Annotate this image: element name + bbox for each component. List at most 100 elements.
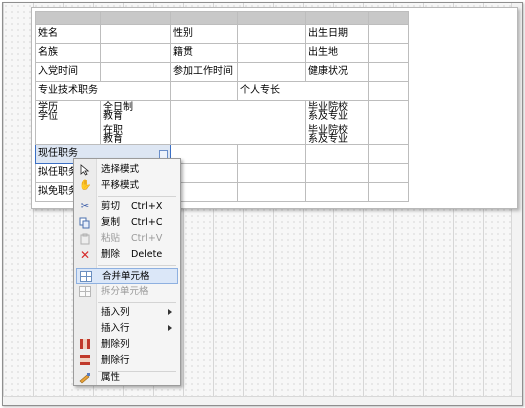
- menu-separator: [98, 196, 176, 197]
- menu-label: 删除列: [101, 339, 130, 350]
- header-cell[interactable]: [237, 11, 306, 25]
- copy-icon: [79, 217, 91, 229]
- paste-icon: [79, 233, 91, 245]
- current-position-label: 现任职务: [38, 148, 78, 159]
- menu-label: 删除行: [101, 355, 130, 366]
- menu-separator: [98, 265, 176, 266]
- table-cell[interactable]: [237, 163, 306, 183]
- header-cell[interactable]: [170, 11, 238, 25]
- cell-gender-label[interactable]: 性别: [170, 24, 238, 44]
- horizontal-scrollbar[interactable]: [3, 396, 522, 405]
- cell-title-label[interactable]: 专业技术职务: [35, 81, 171, 101]
- menu-item-cut[interactable]: ✂ 剪切 Ctrl+X: [76, 199, 178, 215]
- table-row: 名族 籍贯 出生地: [35, 43, 409, 63]
- properties-icon: [79, 372, 91, 384]
- menu-label: 插入行: [101, 323, 130, 334]
- menu-label: 合并单元格: [102, 271, 150, 282]
- cell-nativeplace-value[interactable]: [237, 43, 306, 63]
- menu-label: 插入列: [101, 307, 130, 318]
- fulltime-edu-clipped: 教育: [103, 111, 123, 122]
- menu-item-split-cells[interactable]: 拆分单元格: [76, 284, 178, 300]
- submenu-arrow-icon: [168, 309, 172, 315]
- scissors-icon: ✂: [80, 201, 90, 212]
- menu-item-delete-row[interactable]: 删除行: [76, 353, 178, 369]
- menu-item-insert-row[interactable]: 插入行: [76, 321, 178, 337]
- menu-label: 剪切: [101, 201, 121, 212]
- parttime-edu-clipped: 教育: [103, 134, 123, 145]
- cell-edu-type[interactable]: 全日制 教育 在职 教育: [100, 100, 171, 145]
- menu-item-select-mode[interactable]: 选择模式: [76, 162, 178, 178]
- cell-birthdate-label[interactable]: 出生日期: [305, 24, 369, 44]
- context-menu: 选择模式 ✋ 平移模式 ✂ 剪切 Ctrl+X 复制 Ctrl+C 粘贴 Ctr…: [73, 158, 181, 386]
- cell-work-date-value[interactable]: [237, 62, 306, 82]
- cell-school-label[interactable]: 毕业院校 系及专业 毕业院校 系及专业: [305, 100, 369, 145]
- cell-name-label[interactable]: 姓名: [35, 24, 101, 44]
- menu-item-insert-column[interactable]: 插入列: [76, 305, 178, 321]
- table-cell[interactable]: [305, 144, 369, 164]
- menu-shortcut: Delete: [131, 249, 163, 260]
- cell-specialty-label[interactable]: 个人专长: [237, 81, 369, 101]
- menu-shortcut: Ctrl+X: [131, 201, 163, 212]
- delete-icon: ✕: [79, 248, 91, 262]
- table-row: 姓名 性别 出生日期: [35, 24, 409, 44]
- menu-label: 平移模式: [101, 180, 140, 191]
- fulltime-major-clipped: 系及专业: [308, 111, 348, 122]
- cell-party-date-value[interactable]: [100, 62, 171, 82]
- menu-item-delete[interactable]: ✕ 删除 Delete: [76, 247, 178, 263]
- header-cell[interactable]: [100, 11, 171, 25]
- cell-school-value[interactable]: [368, 100, 409, 145]
- table-cell[interactable]: [368, 163, 409, 183]
- cell-specialty-value[interactable]: [368, 81, 409, 101]
- split-cells-icon: [79, 286, 91, 298]
- header-row: [35, 11, 409, 25]
- designer-canvas[interactable]: 姓名 性别 出生日期 名族 籍贯 出生地 入党时间 参加工作时间 健康状况 专业…: [2, 2, 523, 406]
- cell-work-date-label[interactable]: 参加工作时间: [170, 62, 238, 82]
- menu-label: 属性: [101, 372, 121, 383]
- cell-nativeplace-label[interactable]: 籍贯: [170, 43, 238, 63]
- cell-ethnicity-value[interactable]: [100, 43, 171, 63]
- cell-health-value[interactable]: [368, 62, 409, 82]
- menu-separator: [98, 302, 176, 303]
- cell-party-date-label[interactable]: 入党时间: [35, 62, 101, 82]
- cell-birthplace-value[interactable]: [368, 43, 409, 63]
- delete-column-icon: [79, 339, 91, 351]
- header-cell[interactable]: [305, 11, 369, 25]
- menu-item-paste[interactable]: 粘贴 Ctrl+V: [76, 231, 178, 247]
- menu-shortcut: Ctrl+C: [131, 217, 163, 228]
- menu-item-properties[interactable]: 属性: [76, 371, 178, 385]
- menu-item-merge-cells[interactable]: 合并单元格: [76, 268, 178, 284]
- header-cell[interactable]: [35, 11, 101, 25]
- menu-label: 复制: [101, 217, 121, 228]
- hand-icon: ✋: [79, 180, 92, 191]
- submenu-arrow-icon: [168, 325, 172, 331]
- cell-education-label[interactable]: 学历 学位: [35, 100, 101, 145]
- cell-health-label[interactable]: 健康状况: [305, 62, 369, 82]
- menu-label: 删除: [101, 249, 121, 260]
- degree-label: 学位: [38, 111, 58, 122]
- table-row: 专业技术职务 个人专长: [35, 81, 409, 101]
- pointer-icon: [79, 164, 91, 176]
- header-cell[interactable]: [368, 11, 409, 25]
- table-row: 入党时间 参加工作时间 健康状况: [35, 62, 409, 82]
- cell-title-value[interactable]: [170, 81, 238, 101]
- cell-gender-value[interactable]: [237, 24, 306, 44]
- cell-birthplace-label[interactable]: 出生地: [305, 43, 369, 63]
- menu-shortcut: Ctrl+V: [131, 233, 163, 244]
- menu-item-pan-mode[interactable]: ✋ 平移模式: [76, 178, 178, 194]
- cell-birthdate-value[interactable]: [368, 24, 409, 44]
- cell-edu-value[interactable]: [170, 100, 306, 145]
- table-row: 学历 学位 全日制 教育 在职 教育 毕业院校 系及专业 毕业院校 系及专业: [35, 100, 409, 145]
- table-cell[interactable]: [368, 144, 409, 164]
- menu-item-copy[interactable]: 复制 Ctrl+C: [76, 215, 178, 231]
- table-cell[interactable]: [305, 163, 369, 183]
- cell-name-value[interactable]: [100, 24, 171, 44]
- table-cell[interactable]: [237, 182, 306, 202]
- table-cell[interactable]: [368, 182, 409, 202]
- table-cell[interactable]: [237, 144, 306, 164]
- cell-ethnicity-label[interactable]: 名族: [35, 43, 101, 63]
- menu-item-delete-column[interactable]: 删除列: [76, 337, 178, 353]
- delete-row-icon: [79, 355, 91, 367]
- parttime-major-clipped: 系及专业: [308, 134, 348, 145]
- menu-label: 选择模式: [101, 164, 140, 175]
- table-cell[interactable]: [305, 182, 369, 202]
